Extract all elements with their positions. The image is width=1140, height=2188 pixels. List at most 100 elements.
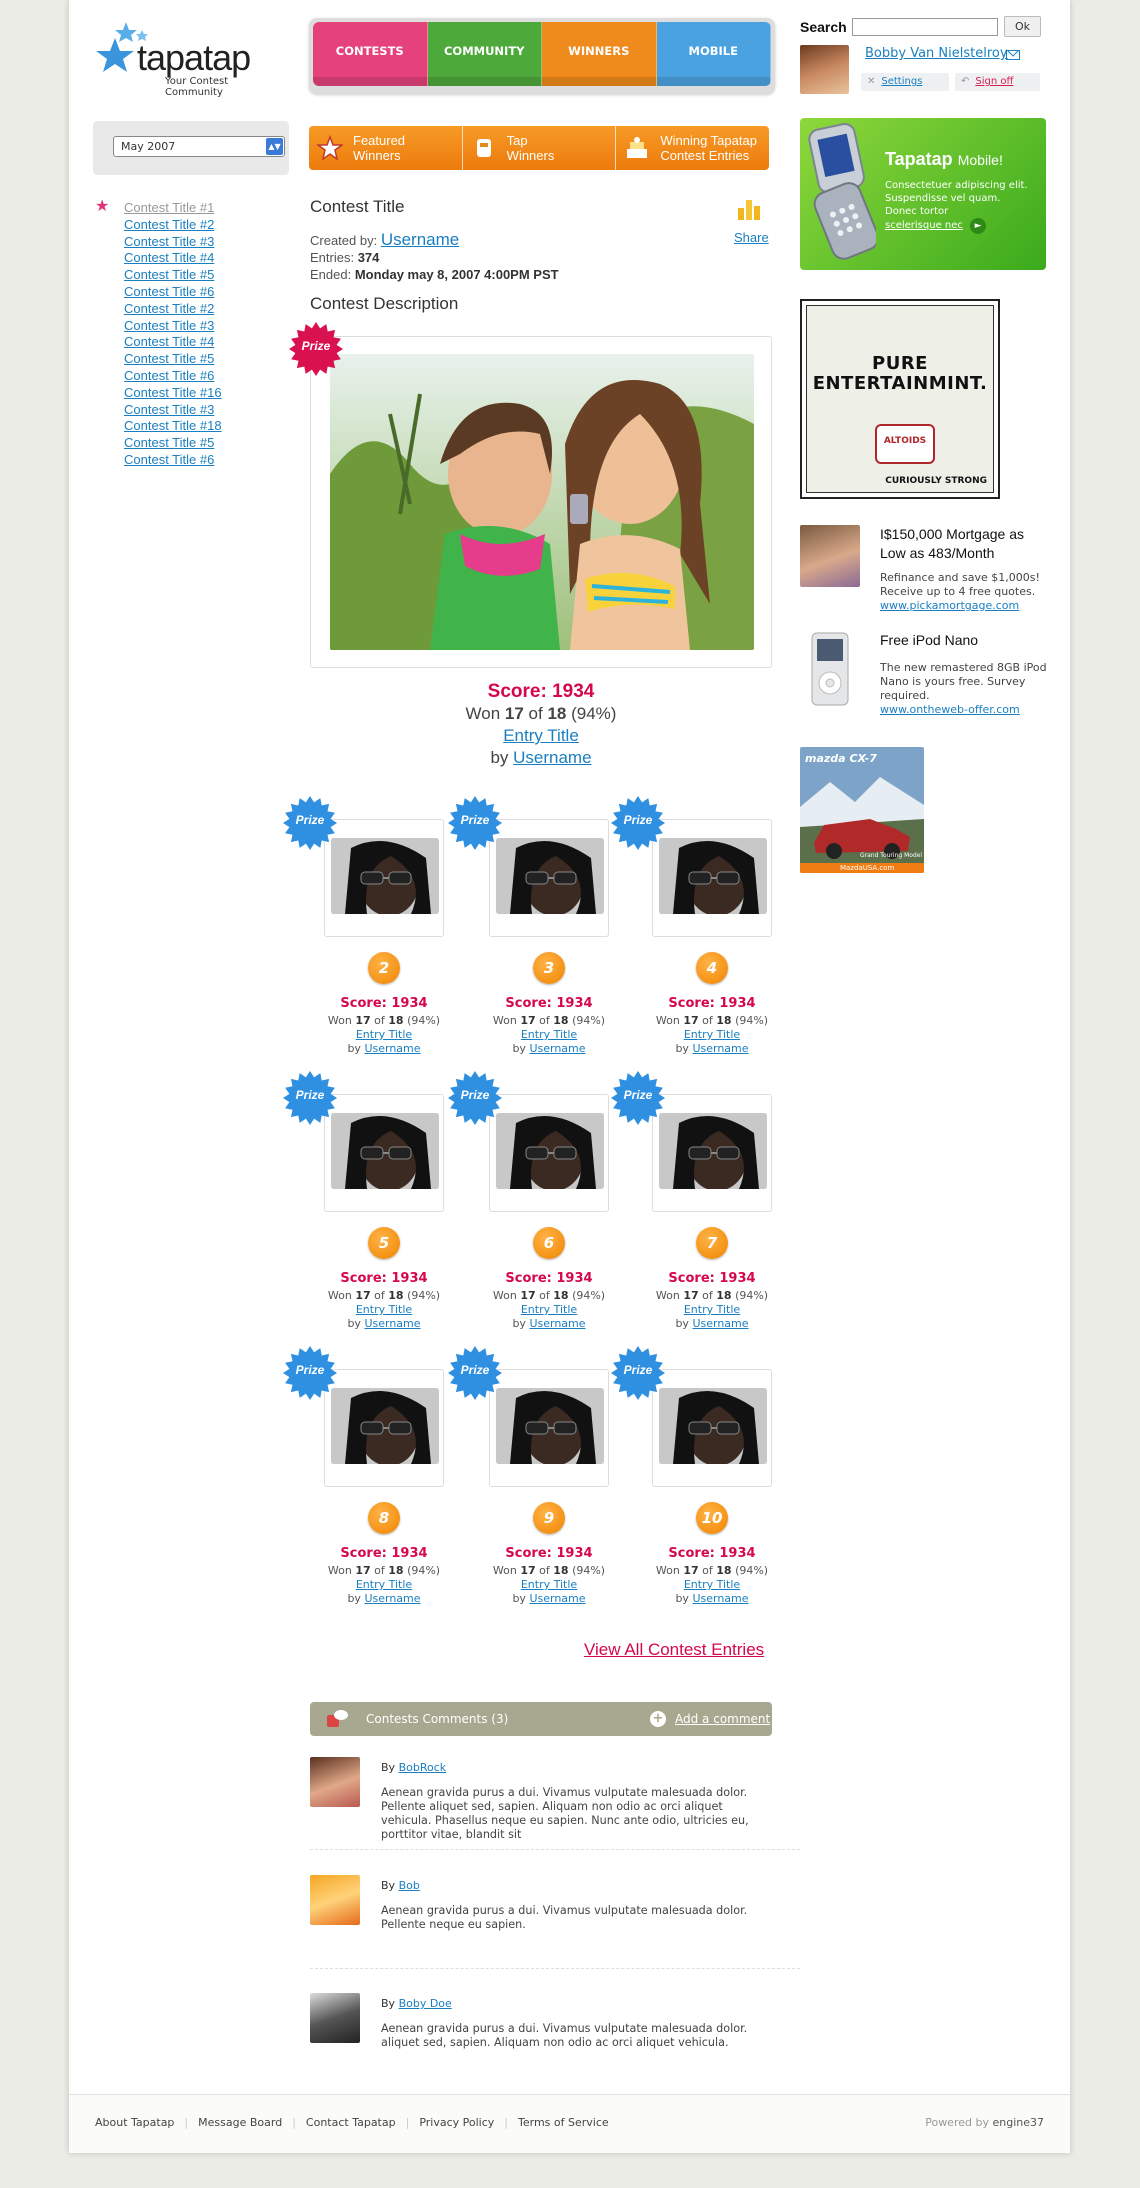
comment-avatar[interactable] [310,1993,360,2043]
winner-username[interactable]: Username [513,748,591,767]
entry-photo[interactable] [496,1113,604,1189]
user-name-link[interactable]: Bobby Van Nielstelroy [865,46,1008,61]
sidebar-contest-link[interactable]: Contest Title #18 [124,418,222,433]
comment-avatar[interactable] [310,1757,360,1807]
entry-title-link[interactable]: Entry Title [356,1303,412,1316]
entry-photo[interactable] [331,1113,439,1189]
sidebar-contest-link[interactable]: Contest Title #2 [124,301,214,316]
entry-username-link[interactable]: Username [692,1592,748,1605]
tapatap-logo[interactable]: tapatap Your Contest Community [93,18,283,98]
entry-title-link[interactable]: Entry Title [356,1028,412,1041]
footer-link-message-board[interactable]: Message Board [198,2116,282,2129]
entry-card[interactable] [652,1369,772,1487]
sidebar-contest-link[interactable]: Contest Title #6 [124,284,214,299]
comment-author-link[interactable]: BobRock [399,1761,447,1774]
sidebar-contest-link[interactable]: Contest Title #3 [124,402,214,417]
sidebar-contest-link[interactable]: Contest Title #4 [124,334,214,349]
sidebar-contest-link[interactable]: Contest Title #16 [124,385,222,400]
entry-title-link[interactable]: Entry Title [356,1578,412,1591]
mortgage-ad-link[interactable]: www.pickamortgage.com [880,599,1019,612]
comment-author-link[interactable]: Boby Doe [399,1997,452,2010]
sidebar-contest-link[interactable]: Contest Title #2 [124,217,214,232]
entry-photo[interactable] [331,1388,439,1464]
settings-link[interactable]: Settings [881,76,922,87]
comment-author-link[interactable]: Bob [399,1879,420,1892]
winning-entry-photo[interactable] [330,354,754,650]
signout-link[interactable]: Sign off [975,76,1013,87]
winners-bar-item-2[interactable]: Tap Winners [463,126,617,170]
entry-card[interactable] [324,819,444,937]
mazda-ad[interactable]: mazda CX-7 Grand Touring Model MazdaUSA.… [800,747,924,873]
entry-photo[interactable] [659,1113,767,1189]
entry-username-link[interactable]: Username [692,1042,748,1055]
settings-button[interactable]: ✕ Settings [861,73,949,91]
entry-title-link[interactable]: Entry Title [684,1303,740,1316]
sidebar-contest-link[interactable]: Contest Title #4 [124,250,214,265]
footer-link-contact-tapatap[interactable]: Contact Tapatap [306,2116,396,2129]
winning-entry-frame[interactable] [310,336,772,668]
entry-username-link[interactable]: Username [364,1317,420,1330]
nav-tab-community[interactable]: COMMUNITY [427,22,542,86]
comment-by-label: By [381,1997,399,2010]
mobile-promo-link[interactable]: scelerisque nec [885,220,963,231]
entry-title-link[interactable]: Entry Title [684,1578,740,1591]
bar-chart-share-icon[interactable] [736,196,764,222]
entry-card[interactable] [489,1369,609,1487]
nav-tab-winners[interactable]: WINNERS [542,22,657,86]
mail-icon[interactable] [1006,50,1020,60]
entry-username-link[interactable]: Username [529,1042,585,1055]
footer-link-terms-of-service[interactable]: Terms of Service [518,2116,609,2129]
ipod-ad-link[interactable]: www.ontheweb-offer.com [880,703,1020,716]
go-arrow-icon[interactable]: ► [970,218,987,234]
tapatap-mobile-promo[interactable]: Tapatap Mobile! Consectetuer adipiscing … [800,118,1046,270]
entry-card[interactable] [652,1094,772,1212]
sidebar-contest-link[interactable]: Contest Title #6 [124,368,214,383]
sidebar-contest-link[interactable]: Contest Title #5 [124,267,214,282]
entry-username-link[interactable]: Username [364,1592,420,1605]
entry-title-link[interactable]: Entry Title [684,1028,740,1041]
entry-username-link[interactable]: Username [529,1592,585,1605]
entry-title-link[interactable]: Entry Title [521,1578,577,1591]
entry-title-link[interactable]: Entry Title [521,1303,577,1316]
search-ok-button[interactable]: Ok [1004,16,1041,37]
footer-link-about-tapatap[interactable]: About Tapatap [95,2116,174,2129]
sidebar-contest-link[interactable]: Contest Title #5 [124,351,214,366]
share-link[interactable]: Share [734,230,769,245]
entry-photo[interactable] [659,1388,767,1464]
entry-username-link[interactable]: Username [692,1317,748,1330]
entry-card[interactable] [489,819,609,937]
month-select[interactable]: May 2007 ▲▼ [113,136,285,157]
sidebar-contest-link[interactable]: Contest Title #6 [124,452,214,467]
entry-card[interactable] [324,1369,444,1487]
sidebar-contest-link[interactable]: Contest Title #3 [124,318,214,333]
nav-tab-contests[interactable]: CONTESTS [313,22,428,86]
add-comment-link[interactable]: Add a comment [675,1712,770,1726]
entry-username-link[interactable]: Username [364,1042,420,1055]
sidebar-contest-link[interactable]: Contest Title #5 [124,435,214,450]
altoids-ad[interactable]: PURE ENTERTAINMINT. ALTOIDS CURIOUSLY STR… [800,299,1000,499]
winners-bar-item-1[interactable]: Featured Winners [309,126,463,170]
search-input[interactable] [852,18,998,36]
sidebar-contest-link[interactable]: Contest Title #1 [124,200,214,215]
entry-photo[interactable] [496,1388,604,1464]
entry-photo[interactable] [331,838,439,914]
view-all-entries-link[interactable]: View All Contest Entries [584,1640,764,1660]
footer-link-privacy-policy[interactable]: Privacy Policy [419,2116,494,2129]
nav-tab-mobile[interactable]: MOBILE [656,22,771,86]
prize-badge: Prize [610,795,666,851]
entry-photo[interactable] [659,838,767,914]
entry-username-link[interactable]: Username [529,1317,585,1330]
entry-photo[interactable] [496,838,604,914]
entry-card[interactable] [489,1094,609,1212]
user-avatar[interactable] [800,45,849,94]
entry-title-link[interactable]: Entry Title [521,1028,577,1041]
entry-card[interactable] [652,819,772,937]
entry-card[interactable] [324,1094,444,1212]
add-comment-icon[interactable]: + [650,1711,666,1727]
comment-avatar[interactable] [310,1875,360,1925]
signout-button[interactable]: ↶ Sign off [955,73,1040,91]
winners-bar-item-3[interactable]: Winning Tapatap Contest Entries [616,126,769,170]
sidebar-contest-link[interactable]: Contest Title #3 [124,234,214,249]
winner-entry-title[interactable]: Entry Title [503,726,579,745]
creator-link[interactable]: Username [381,230,459,249]
